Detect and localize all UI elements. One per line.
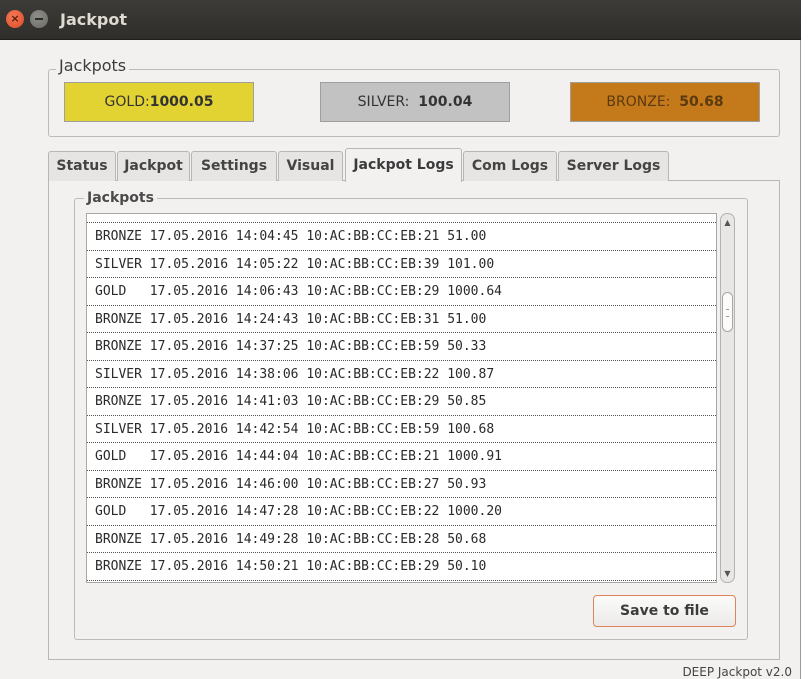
list-item[interactable]: GOLD 17.05.2016 14:44:04 10:AC:BB:CC:EB:… [87,443,716,471]
window-title: Jackpot [60,10,127,29]
silver-label: SILVER: [357,94,410,110]
list-item[interactable]: BRONZE 17.05.2016 14:24:43 10:AC:BB:CC:E… [87,306,716,333]
close-icon[interactable]: × [6,10,24,28]
scroll-down-arrow-icon[interactable]: ▼ [721,567,734,580]
bronze-jackpot-display: BRONZE: 50.68 [570,82,760,122]
gold-value: 1000.05 [149,94,214,110]
jackpot-log-list[interactable]: BRONZE 17.05.2016 14:04:45 10:AC:BB:CC:E… [86,213,717,583]
bronze-value: 50.68 [679,94,724,110]
tab-jackpot[interactable]: Jackpot [117,151,190,181]
scroll-up-arrow-icon[interactable]: ▲ [721,216,734,229]
scrollbar-thumb[interactable] [722,292,733,332]
tab-com-logs[interactable]: Com Logs [463,151,557,181]
list-item[interactable]: BRONZE 17.05.2016 14:41:03 10:AC:BB:CC:E… [87,388,716,416]
list-item[interactable]: BRONZE 17.05.2016 14:46:00 10:AC:BB:CC:E… [87,471,716,498]
close-window-button[interactable]: × [6,10,24,28]
list-item[interactable]: BRONZE 17.05.2016 14:49:28 10:AC:BB:CC:E… [87,526,716,553]
tab-settings[interactable]: Settings [191,151,277,181]
list-item[interactable]: BRONZE 17.05.2016 14:37:25 10:AC:BB:CC:E… [87,333,716,361]
version-label: DEEP Jackpot v2.0 [682,665,792,679]
list-item[interactable]: SILVER 17.05.2016 14:42:54 10:AC:BB:CC:E… [87,416,716,443]
list-item[interactable]: BRONZE 17.05.2016 14:04:45 10:AC:BB:CC:E… [87,223,716,251]
bronze-label: BRONZE: [606,94,671,110]
jackpot-logs-group-label: Jackpots [84,190,157,206]
minimize-window-button[interactable] [30,10,48,28]
title-bar: × Jackpot [0,0,801,40]
list-item[interactable]: SILVER 17.05.2016 14:05:22 10:AC:BB:CC:E… [87,251,716,278]
tab-jackpot-logs[interactable]: Jackpot Logs [345,148,462,182]
gold-label: GOLD: [104,94,150,110]
list-item[interactable]: SILVER 17.05.2016 14:38:06 10:AC:BB:CC:E… [87,361,716,388]
app-window: × Jackpot Jackpots GOLD:1000.05 SILVER: … [0,0,801,679]
list-row-partial [87,214,716,223]
silver-value: 100.04 [418,94,473,110]
log-list-scrollbar[interactable]: ▲ ▼ [720,213,735,583]
silver-jackpot-display: SILVER: 100.04 [320,82,510,122]
tab-status[interactable]: Status [48,151,116,181]
list-item[interactable]: BRONZE 17.05.2016 14:50:21 10:AC:BB:CC:E… [87,553,716,581]
jackpots-group-label: Jackpots [56,56,130,75]
gold-jackpot-display: GOLD:1000.05 [64,82,254,122]
list-item[interactable]: GOLD 17.05.2016 14:47:28 10:AC:BB:CC:EB:… [87,498,716,526]
tab-server-logs[interactable]: Server Logs [558,151,669,181]
tab-visual[interactable]: Visual [278,151,343,181]
list-item[interactable]: GOLD 17.05.2016 14:06:43 10:AC:BB:CC:EB:… [87,278,716,306]
save-to-file-button[interactable]: Save to file [593,595,736,627]
